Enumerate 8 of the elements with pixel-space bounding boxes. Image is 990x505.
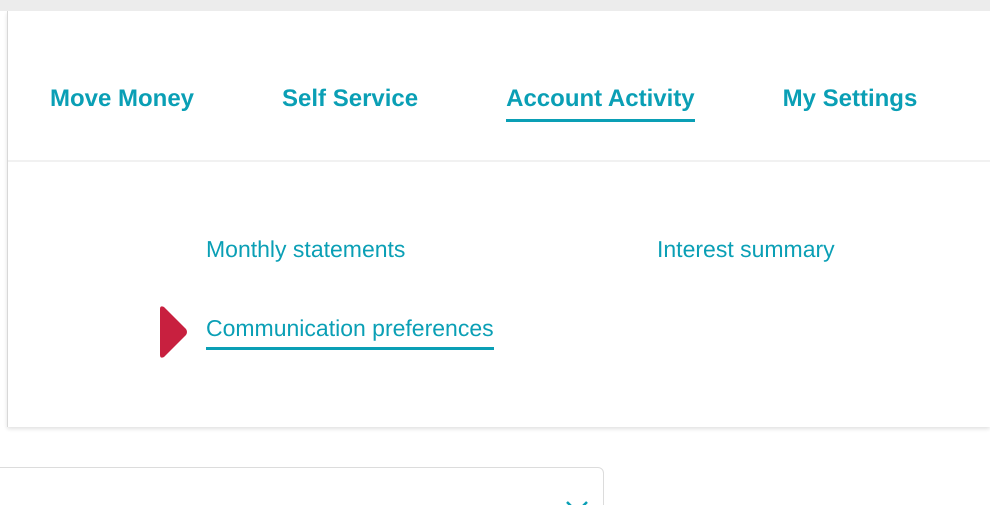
submenu-link[interactable]: Communication preferences (206, 315, 494, 350)
submenu-link[interactable]: Interest summary (657, 236, 835, 271)
nav-tab[interactable]: My Settings (782, 11, 918, 122)
nav-tab[interactable]: Account Activity (506, 11, 695, 122)
pointer-icon (158, 305, 188, 359)
nav-tab[interactable]: Move Money (50, 11, 194, 122)
submenu-link[interactable]: Monthly statements (206, 236, 406, 271)
nav-tab[interactable]: Self Service (282, 11, 418, 122)
